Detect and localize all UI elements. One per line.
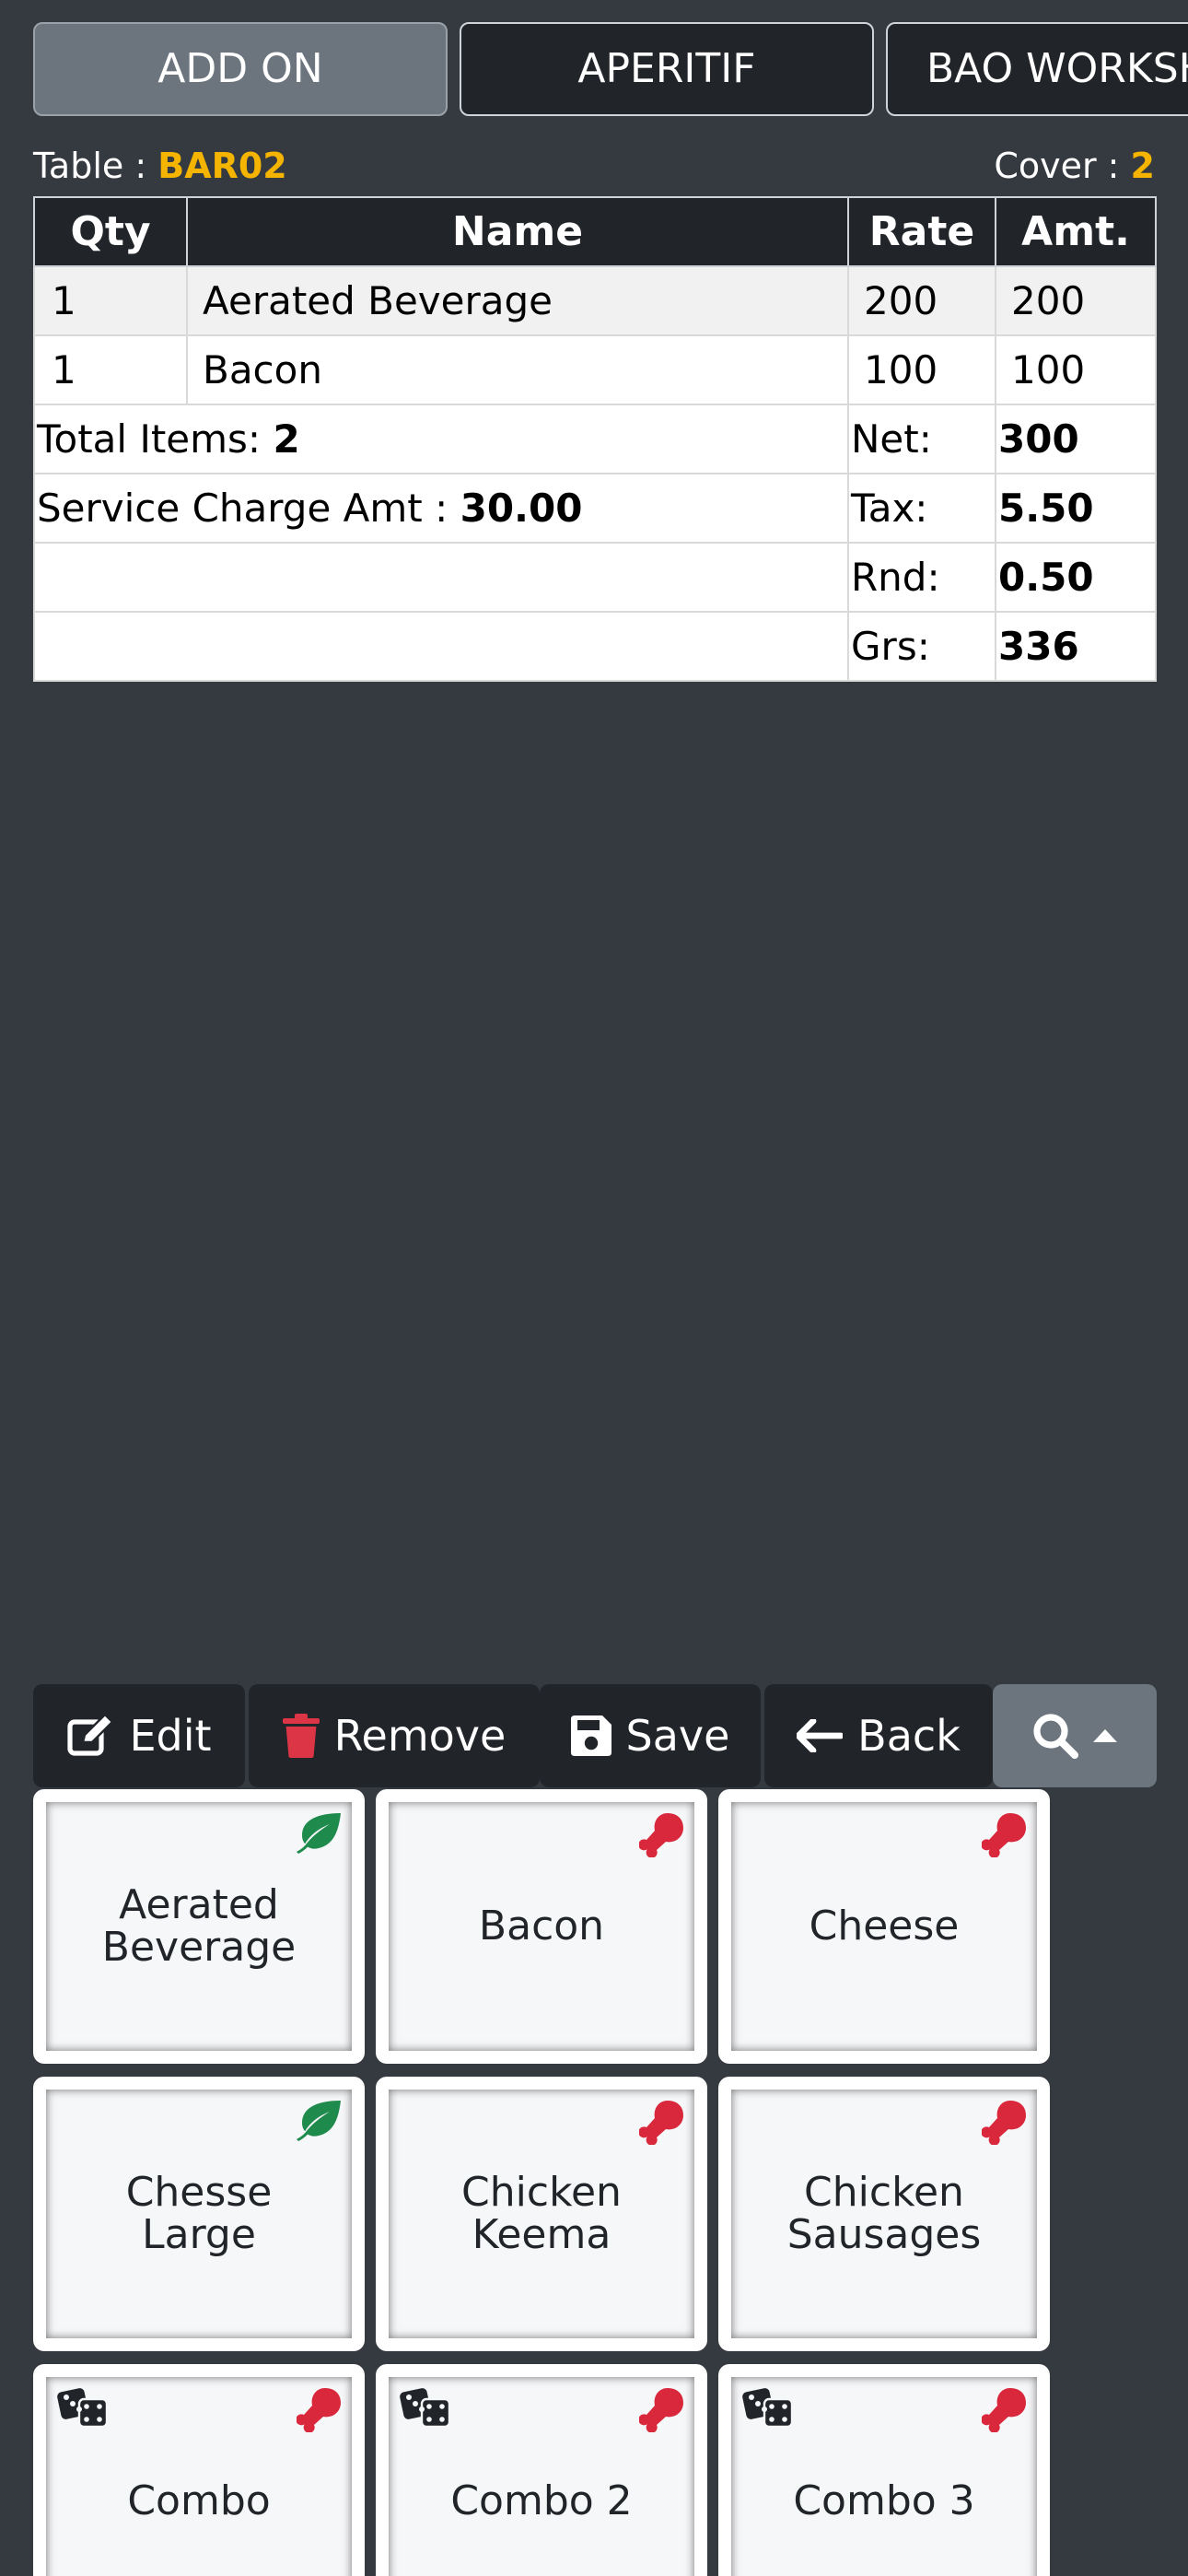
edit-label: Edit bbox=[129, 1711, 212, 1761]
summary-empty bbox=[33, 611, 849, 682]
service-charge-value: 30.00 bbox=[460, 486, 583, 531]
table-row[interactable]: 1 Aerated Beverage 200 200 bbox=[33, 265, 1157, 336]
header-amt: Amt. bbox=[995, 196, 1157, 267]
leaf-icon bbox=[297, 2101, 341, 2141]
total-items-value: 2 bbox=[273, 416, 300, 462]
summary-row: Service Charge Amt : 30.00 Tax: 5.50 bbox=[33, 473, 1157, 544]
cover-label: Cover : bbox=[994, 146, 1131, 186]
header-rate: Rate bbox=[847, 196, 996, 267]
summary-row: Total Items: 2 Net: 300 bbox=[33, 404, 1157, 474]
net-value: 300 bbox=[995, 404, 1157, 474]
remove-label: Remove bbox=[333, 1711, 507, 1761]
remove-button[interactable]: Remove bbox=[249, 1684, 540, 1787]
grs-value: 336 bbox=[995, 611, 1157, 682]
item-name: Combo 2 bbox=[450, 2477, 633, 2524]
item-card-cheese[interactable]: Cheese bbox=[718, 1789, 1050, 2064]
table-row[interactable]: 1 Bacon 100 100 bbox=[33, 334, 1157, 405]
item-name: Combo bbox=[127, 2477, 271, 2524]
arrow-left-icon bbox=[797, 1719, 844, 1752]
item-name: Bacon bbox=[478, 1903, 605, 1950]
summary-row: Grs: 336 bbox=[33, 611, 1157, 682]
row-amt: 200 bbox=[995, 265, 1157, 336]
row-amt: 100 bbox=[995, 334, 1157, 405]
grs-label: Grs: bbox=[847, 611, 996, 682]
tax-label: Tax: bbox=[847, 473, 996, 544]
back-label: Back bbox=[857, 1711, 961, 1761]
search-icon bbox=[1033, 1714, 1078, 1759]
order-info: Table : BAR02 Cover : 2 bbox=[33, 146, 1155, 192]
cover-info: Cover : 2 bbox=[994, 146, 1155, 186]
net-label: Net: bbox=[847, 404, 996, 474]
rnd-label: Rnd: bbox=[847, 542, 996, 613]
floppy-disk-icon bbox=[570, 1715, 611, 1756]
tab-add-on[interactable]: ADD ON bbox=[33, 22, 448, 116]
tab-aperitif[interactable]: APERITIF bbox=[460, 22, 874, 116]
caret-up-icon bbox=[1093, 1729, 1117, 1742]
item-name: Cheese bbox=[809, 1903, 960, 1950]
item-name: Combo 3 bbox=[793, 2477, 975, 2524]
item-name: Chicken Sausages bbox=[786, 2169, 982, 2258]
search-toggle-button[interactable] bbox=[993, 1684, 1157, 1787]
dice-icon bbox=[400, 2388, 451, 2429]
dice-icon bbox=[742, 2388, 794, 2429]
item-name: Chesse Large bbox=[125, 2169, 273, 2258]
drumstick-icon bbox=[639, 2101, 683, 2145]
order-table-header: Qty Name Rate Amt. bbox=[33, 196, 1157, 267]
rnd-value: 0.50 bbox=[995, 542, 1157, 613]
item-card-combo-3[interactable]: Combo 3 bbox=[718, 2364, 1050, 2576]
service-charge-label: Service Charge Amt : bbox=[37, 486, 460, 531]
drumstick-icon bbox=[982, 1813, 1026, 1857]
leaf-icon bbox=[297, 1813, 341, 1854]
back-button[interactable]: Back bbox=[764, 1684, 993, 1787]
table-label: Table : bbox=[33, 146, 158, 186]
trash-icon bbox=[282, 1714, 320, 1758]
pos-screen: ADD ON APERITIF BAO WORKSHOP Table : BAR… bbox=[0, 0, 1188, 2576]
row-rate: 200 bbox=[847, 265, 996, 336]
item-grid: Aerated Beverage Bacon Cheese Chesse Lar… bbox=[33, 1789, 1055, 2576]
item-name: Chicken Keema bbox=[461, 2169, 622, 2258]
total-items-label: Total Items: bbox=[37, 416, 274, 462]
row-name: Aerated Beverage bbox=[186, 265, 849, 336]
save-label: Save bbox=[625, 1711, 730, 1761]
item-card-chicken-sausages[interactable]: Chicken Sausages bbox=[718, 2077, 1050, 2351]
order-table: Qty Name Rate Amt. 1 Aerated Beverage 20… bbox=[33, 196, 1157, 682]
row-rate: 100 bbox=[847, 334, 996, 405]
item-card-chicken-keema[interactable]: Chicken Keema bbox=[376, 2077, 707, 2351]
item-card-chesse-large[interactable]: Chesse Large bbox=[33, 2077, 365, 2351]
total-items: Total Items: 2 bbox=[33, 404, 849, 474]
drumstick-icon bbox=[639, 1813, 683, 1857]
tax-value: 5.50 bbox=[995, 473, 1157, 544]
row-qty: 1 bbox=[33, 265, 188, 336]
row-name: Bacon bbox=[186, 334, 849, 405]
item-card-bacon[interactable]: Bacon bbox=[376, 1789, 707, 2064]
tab-bao-workshop[interactable]: BAO WORKSHOP bbox=[886, 22, 1188, 116]
table-number: BAR02 bbox=[157, 146, 287, 186]
item-card-combo[interactable]: Combo bbox=[33, 2364, 365, 2576]
edit-button[interactable]: Edit bbox=[33, 1684, 245, 1787]
edit-icon bbox=[67, 1715, 115, 1756]
drumstick-icon bbox=[639, 2388, 683, 2432]
service-charge: Service Charge Amt : 30.00 bbox=[33, 473, 849, 544]
drumstick-icon bbox=[297, 2388, 341, 2432]
cover-count: 2 bbox=[1130, 146, 1155, 186]
dice-icon bbox=[57, 2388, 109, 2429]
action-toolbar: Edit Remove Save Back bbox=[33, 1684, 1157, 1787]
header-name: Name bbox=[186, 196, 849, 267]
header-qty: Qty bbox=[33, 196, 188, 267]
summary-empty bbox=[33, 542, 849, 613]
row-qty: 1 bbox=[33, 334, 188, 405]
item-name: Aerated Beverage bbox=[101, 1881, 297, 1971]
drumstick-icon bbox=[982, 2101, 1026, 2145]
drumstick-icon bbox=[982, 2388, 1026, 2432]
item-card-combo-2[interactable]: Combo 2 bbox=[376, 2364, 707, 2576]
table-info: Table : BAR02 bbox=[33, 146, 287, 186]
category-tabs: ADD ON APERITIF BAO WORKSHOP bbox=[33, 22, 1188, 116]
item-card-aerated-beverage[interactable]: Aerated Beverage bbox=[33, 1789, 365, 2064]
save-button[interactable]: Save bbox=[540, 1684, 761, 1787]
summary-row: Rnd: 0.50 bbox=[33, 542, 1157, 613]
